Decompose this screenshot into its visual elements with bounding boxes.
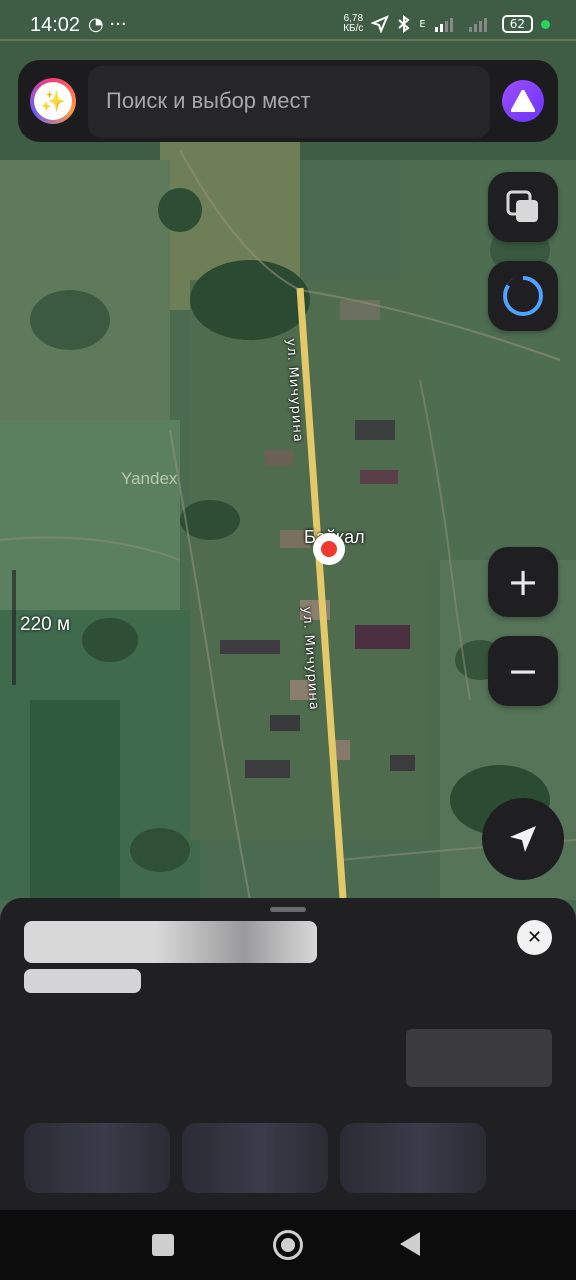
user-avatar[interactable]: ✨ xyxy=(30,78,76,124)
alice-assistant-button[interactable] xyxy=(488,261,558,331)
zoom-out-button[interactable]: − xyxy=(488,636,558,706)
loading-title-placeholder xyxy=(24,921,317,963)
loading-action-placeholder-2 xyxy=(182,1123,328,1193)
status-right-icons: 6,78 КБ/с E 62 xyxy=(343,14,550,34)
signal-2-icon xyxy=(468,18,487,32)
close-button[interactable]: ✕ xyxy=(517,920,552,955)
recents-button[interactable] xyxy=(152,1234,174,1256)
status-time: 14:02 xyxy=(30,14,81,36)
scale-label: 220 м xyxy=(20,614,71,635)
alice-icon xyxy=(511,90,535,112)
navigation-arrow-icon xyxy=(510,826,536,852)
search-input[interactable] xyxy=(88,66,490,138)
loading-action-placeholder-1 xyxy=(24,1123,170,1193)
sheet-grabber[interactable] xyxy=(270,907,306,912)
battery-icon: 62 xyxy=(501,15,533,33)
zoom-in-button[interactable]: + xyxy=(488,547,558,617)
place-card-sheet[interactable]: ✕ xyxy=(0,898,576,1210)
status-notification-icons: ◔ ··· xyxy=(88,14,127,35)
privacy-dot-icon xyxy=(541,19,550,29)
signal-icon xyxy=(434,18,453,32)
sparkles-icon: ✨ xyxy=(40,89,66,113)
place-pin-icon[interactable] xyxy=(313,533,345,565)
my-location-button[interactable] xyxy=(482,798,564,880)
system-nav-bar xyxy=(0,1210,576,1280)
alice-button[interactable] xyxy=(502,80,544,122)
loading-action-placeholder-3 xyxy=(340,1123,486,1193)
loading-image-placeholder xyxy=(406,1029,552,1087)
network-type: E xyxy=(419,18,426,30)
map-watermark: Yandex xyxy=(121,469,178,488)
scale-bar xyxy=(12,570,16,685)
search-bar: ✨ Поиск и выбор мест xyxy=(18,60,558,142)
bluetooth-icon xyxy=(398,15,410,33)
status-bar: 14:02 ◔ ··· 6,78 КБ/с E 62 xyxy=(0,0,576,56)
network-speed: 6,78 КБ/с xyxy=(343,13,364,34)
layers-icon xyxy=(506,190,538,222)
layers-button[interactable] xyxy=(488,172,558,242)
alice-ring-icon xyxy=(503,275,543,316)
location-status-icon xyxy=(371,15,390,33)
back-button[interactable] xyxy=(400,1232,420,1256)
loading-subtitle-placeholder xyxy=(24,969,141,993)
home-button[interactable] xyxy=(273,1230,303,1260)
